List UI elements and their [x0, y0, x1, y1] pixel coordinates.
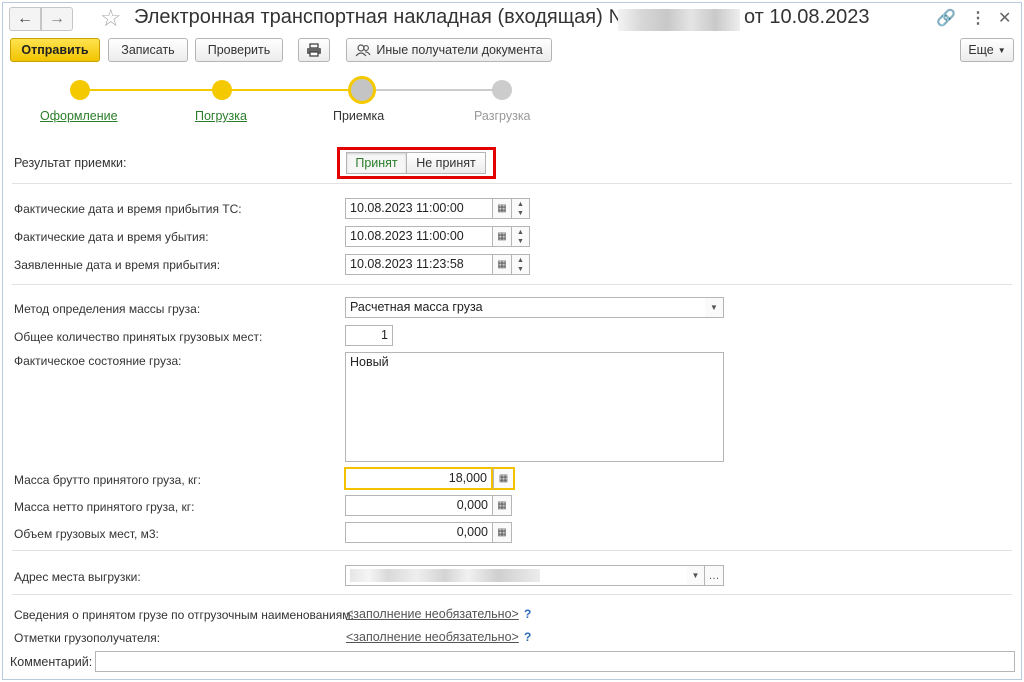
arrival-actual-label: Фактические дата и время прибытия ТС:: [14, 202, 242, 216]
consignee-marks-link[interactable]: <заполнение необязательно>: [346, 630, 519, 644]
state-textarea[interactable]: Новый: [345, 352, 724, 462]
departure-actual-label: Фактические дата и время убытия:: [14, 230, 209, 244]
more-vertical-icon[interactable]: ⋮: [970, 8, 986, 28]
favorite-star-icon[interactable]: ☆: [100, 4, 122, 33]
departure-actual-input[interactable]: 10.08.2023 11:00:00: [345, 226, 493, 247]
state-label: Фактическое состояние груза:: [14, 354, 182, 368]
calculator-icon[interactable]: ▦: [493, 467, 515, 490]
mass-method-select[interactable]: Расчетная масса груза: [345, 297, 706, 318]
arrival-declared-label: Заявленные дата и время прибытия:: [14, 258, 221, 272]
divider: [12, 183, 1012, 184]
cargo-info-label: Сведения о принятом грузе по отгрузочным…: [14, 608, 354, 622]
other-recipients-label: Иные получатели документа: [376, 43, 543, 57]
cargo-info-link[interactable]: <заполнение необязательно>: [346, 607, 519, 621]
spin-buttons[interactable]: ▲ ▼: [512, 254, 530, 275]
document-number-redacted: [618, 9, 740, 31]
comment-input[interactable]: [95, 651, 1015, 672]
ellipsis-icon[interactable]: …: [705, 565, 724, 586]
spin-buttons[interactable]: ▲ ▼: [512, 226, 530, 247]
calculator-icon[interactable]: ▦: [493, 495, 512, 516]
printer-icon: [307, 43, 321, 57]
gross-input[interactable]: 18,000: [344, 467, 493, 490]
places-input[interactable]: 1: [345, 325, 393, 346]
calculator-icon[interactable]: ▦: [493, 522, 512, 543]
divider: [12, 550, 1012, 551]
forward-button[interactable]: →: [41, 7, 73, 31]
consignee-marks-label: Отметки грузополучателя:: [14, 631, 161, 645]
calendar-icon[interactable]: ▦: [493, 198, 512, 219]
calendar-icon[interactable]: ▦: [493, 254, 512, 275]
step-oformlenie[interactable]: Оформление: [40, 109, 118, 123]
step-dot-razgruzka: [492, 80, 512, 100]
dropdown-arrow-icon[interactable]: ▼: [687, 565, 705, 586]
result-label: Результат приемки:: [14, 156, 127, 170]
print-button[interactable]: [298, 38, 330, 62]
save-button[interactable]: Записать: [108, 38, 188, 62]
stepper-track-pending: [362, 89, 502, 91]
more-label: Еще: [968, 43, 994, 57]
address-label: Адрес места выгрузки:: [14, 570, 141, 584]
step-dot-pogruzka: [212, 80, 232, 100]
window-title-date: от 10.08.2023: [744, 6, 870, 28]
volume-label: Объем грузовых мест, м3:: [14, 527, 159, 541]
close-icon[interactable]: ✕: [998, 8, 1011, 28]
address-input[interactable]: [345, 565, 688, 586]
step-priemka[interactable]: Приемка: [333, 109, 384, 123]
result-rejected-option[interactable]: Не принят: [406, 152, 486, 174]
calendar-icon[interactable]: ▦: [493, 226, 512, 247]
mass-method-label: Метод определения массы груза:: [14, 302, 201, 316]
step-pogruzka[interactable]: Погрузка: [195, 109, 247, 123]
places-label: Общее количество принятых грузовых мест:: [14, 330, 263, 344]
check-button[interactable]: Проверить: [195, 38, 283, 62]
volume-input[interactable]: 0,000: [345, 522, 493, 543]
arrow-right-icon: →: [49, 10, 65, 27]
comment-label: Комментарий:: [10, 655, 93, 669]
back-button[interactable]: ←: [9, 7, 41, 31]
link-icon[interactable]: 🔗: [936, 8, 956, 28]
divider: [12, 594, 1012, 595]
more-button[interactable]: Еще ▼: [960, 38, 1014, 62]
step-dot-oformlenie: [70, 80, 90, 100]
users-icon: [355, 43, 371, 56]
net-input[interactable]: 0,000: [345, 495, 493, 516]
gross-label: Масса брутто принятого груза, кг:: [14, 473, 201, 487]
step-razgruzka[interactable]: Разгрузка: [474, 109, 531, 123]
spin-buttons[interactable]: ▲ ▼: [512, 198, 530, 219]
net-label: Масса нетто принятого груза, кг:: [14, 500, 195, 514]
dropdown-arrow-icon[interactable]: ▼: [705, 297, 724, 318]
arrow-left-icon: ←: [17, 10, 33, 27]
arrival-declared-input[interactable]: 10.08.2023 11:23:58: [345, 254, 493, 275]
step-dot-priemka: [348, 76, 376, 104]
window-title: Электронная транспортная накладная (вход…: [134, 6, 630, 28]
arrival-actual-input[interactable]: 10.08.2023 11:00:00: [345, 198, 493, 219]
chevron-down-icon: ▼: [997, 45, 1006, 55]
address-redacted: [350, 569, 540, 582]
help-icon[interactable]: ?: [524, 630, 531, 644]
send-button[interactable]: Отправить: [10, 38, 100, 62]
divider: [12, 284, 1012, 285]
help-icon[interactable]: ?: [524, 607, 531, 621]
result-accepted-option[interactable]: Принят: [346, 152, 407, 174]
other-recipients-button[interactable]: Иные получатели документа: [346, 38, 552, 62]
